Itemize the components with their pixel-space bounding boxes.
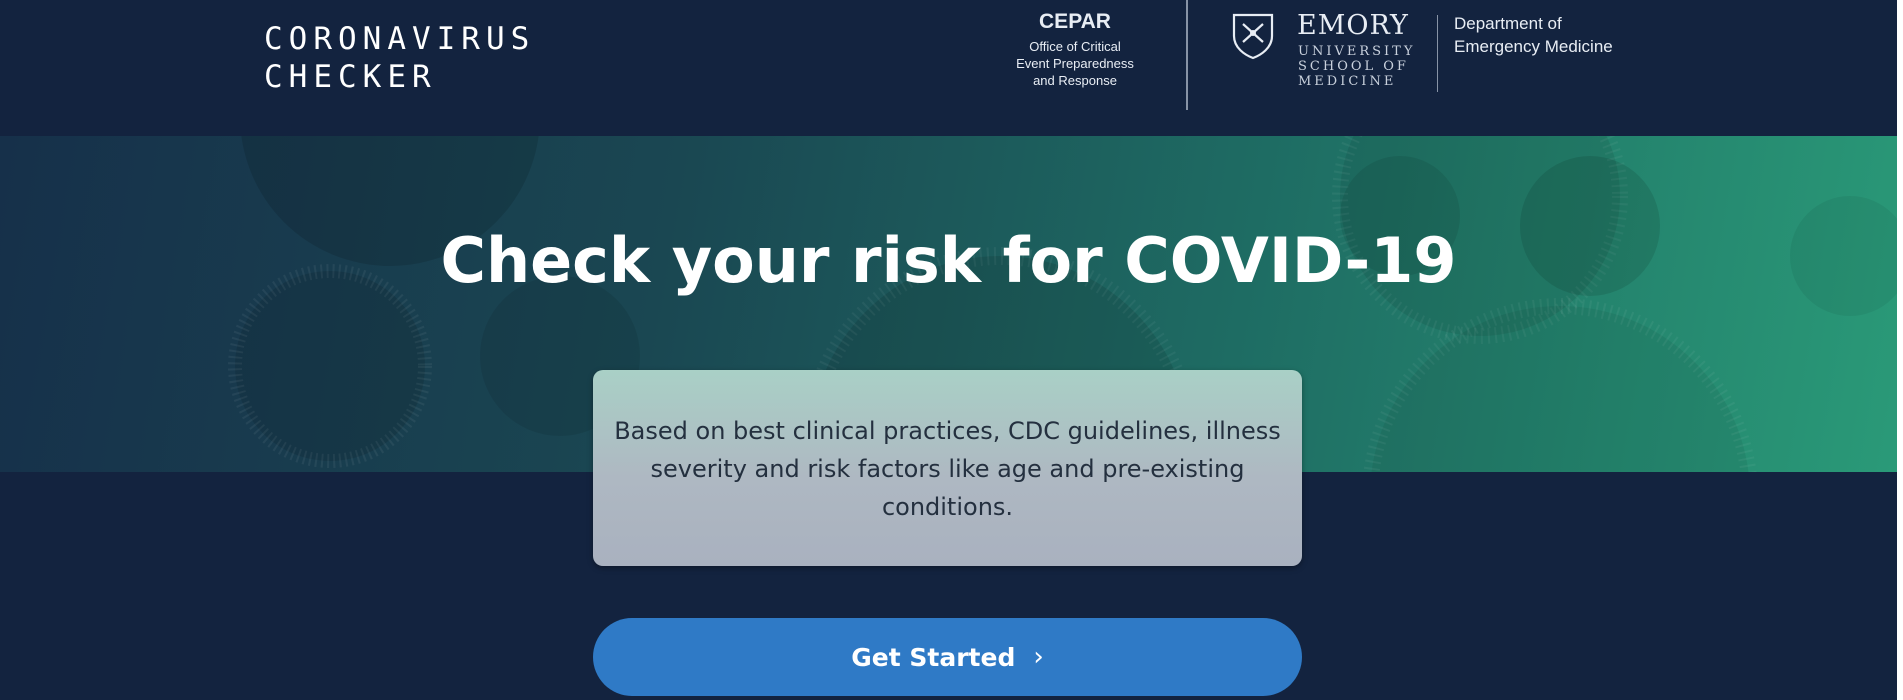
cepar-name: CEPAR: [1039, 10, 1111, 33]
emory-shield-icon: [1232, 13, 1274, 60]
cepar-description: Office of Critical Event Preparedness an…: [1016, 39, 1134, 88]
emory-name: EMORY: [1297, 10, 1409, 41]
header-divider: [1186, 0, 1188, 110]
header-divider-secondary: [1437, 15, 1438, 92]
app-title[interactable]: CORONAVIRUS CHECKER: [264, 20, 535, 96]
get-started-label: Get Started: [851, 642, 1016, 672]
hero-title: Check your risk for COVID-19: [440, 224, 1457, 297]
cepar-logo[interactable]: CEPAR Office of Critical Event Preparedn…: [1000, 10, 1150, 89]
get-started-button[interactable]: Get Started ›: [593, 618, 1302, 696]
chevron-right-icon: ›: [1033, 642, 1044, 672]
page: CORONAVIRUS CHECKER CEPAR Office of Crit…: [0, 0, 1897, 700]
emory-subtitle: UNIVERSITY SCHOOL OF MEDICINE: [1298, 44, 1416, 89]
info-card-text: Based on best clinical practices, CDC gu…: [614, 417, 1281, 521]
info-card: Based on best clinical practices, CDC gu…: [593, 370, 1302, 566]
department-name[interactable]: Department of Emergency Medicine: [1454, 12, 1613, 58]
window-edge: [1897, 0, 1903, 700]
site-header: CORONAVIRUS CHECKER CEPAR Office of Crit…: [0, 0, 1897, 136]
